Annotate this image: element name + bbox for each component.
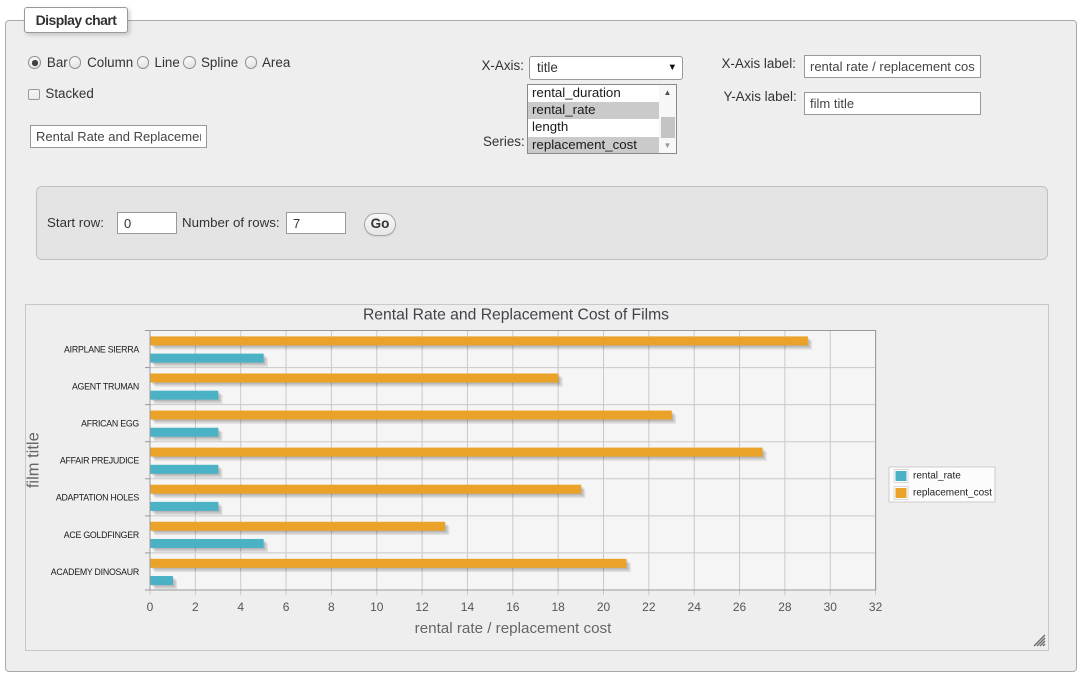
svg-text:replacement_cost: replacement_cost — [913, 488, 992, 499]
svg-text:AGENT TRUMAN: AGENT TRUMAN — [72, 382, 139, 392]
svg-text:rental rate / replacement cost: rental rate / replacement cost — [415, 620, 612, 637]
svg-text:ACADEMY DINOSAUR: ACADEMY DINOSAUR — [51, 567, 139, 577]
svg-text:28: 28 — [778, 600, 792, 614]
svg-text:24: 24 — [688, 600, 702, 614]
svg-text:22: 22 — [642, 600, 656, 614]
svg-text:14: 14 — [461, 600, 475, 614]
svg-text:ADAPTATION HOLES: ADAPTATION HOLES — [56, 493, 140, 503]
svg-text:AIRPLANE SIERRA: AIRPLANE SIERRA — [64, 344, 139, 354]
svg-text:20: 20 — [597, 600, 611, 614]
svg-text:26: 26 — [733, 600, 747, 614]
svg-text:32: 32 — [869, 600, 883, 614]
svg-text:rental_rate: rental_rate — [913, 471, 961, 482]
svg-text:Rental Rate and Replacement Co: Rental Rate and Replacement Cost of Film… — [363, 307, 669, 324]
svg-text:ACE GOLDFINGER: ACE GOLDFINGER — [64, 530, 139, 540]
svg-text:2: 2 — [192, 600, 199, 614]
svg-text:6: 6 — [283, 600, 290, 614]
svg-text:AFRICAN EGG: AFRICAN EGG — [81, 419, 139, 429]
svg-text:18: 18 — [551, 600, 565, 614]
svg-text:10: 10 — [370, 600, 384, 614]
svg-text:film title: film title — [26, 432, 43, 488]
svg-text:0: 0 — [147, 600, 154, 614]
svg-text:30: 30 — [824, 600, 838, 614]
svg-text:AFFAIR PREJUDICE: AFFAIR PREJUDICE — [60, 456, 139, 466]
svg-text:16: 16 — [506, 600, 520, 614]
svg-text:8: 8 — [328, 600, 335, 614]
svg-text:4: 4 — [237, 600, 244, 614]
svg-text:12: 12 — [415, 600, 429, 614]
